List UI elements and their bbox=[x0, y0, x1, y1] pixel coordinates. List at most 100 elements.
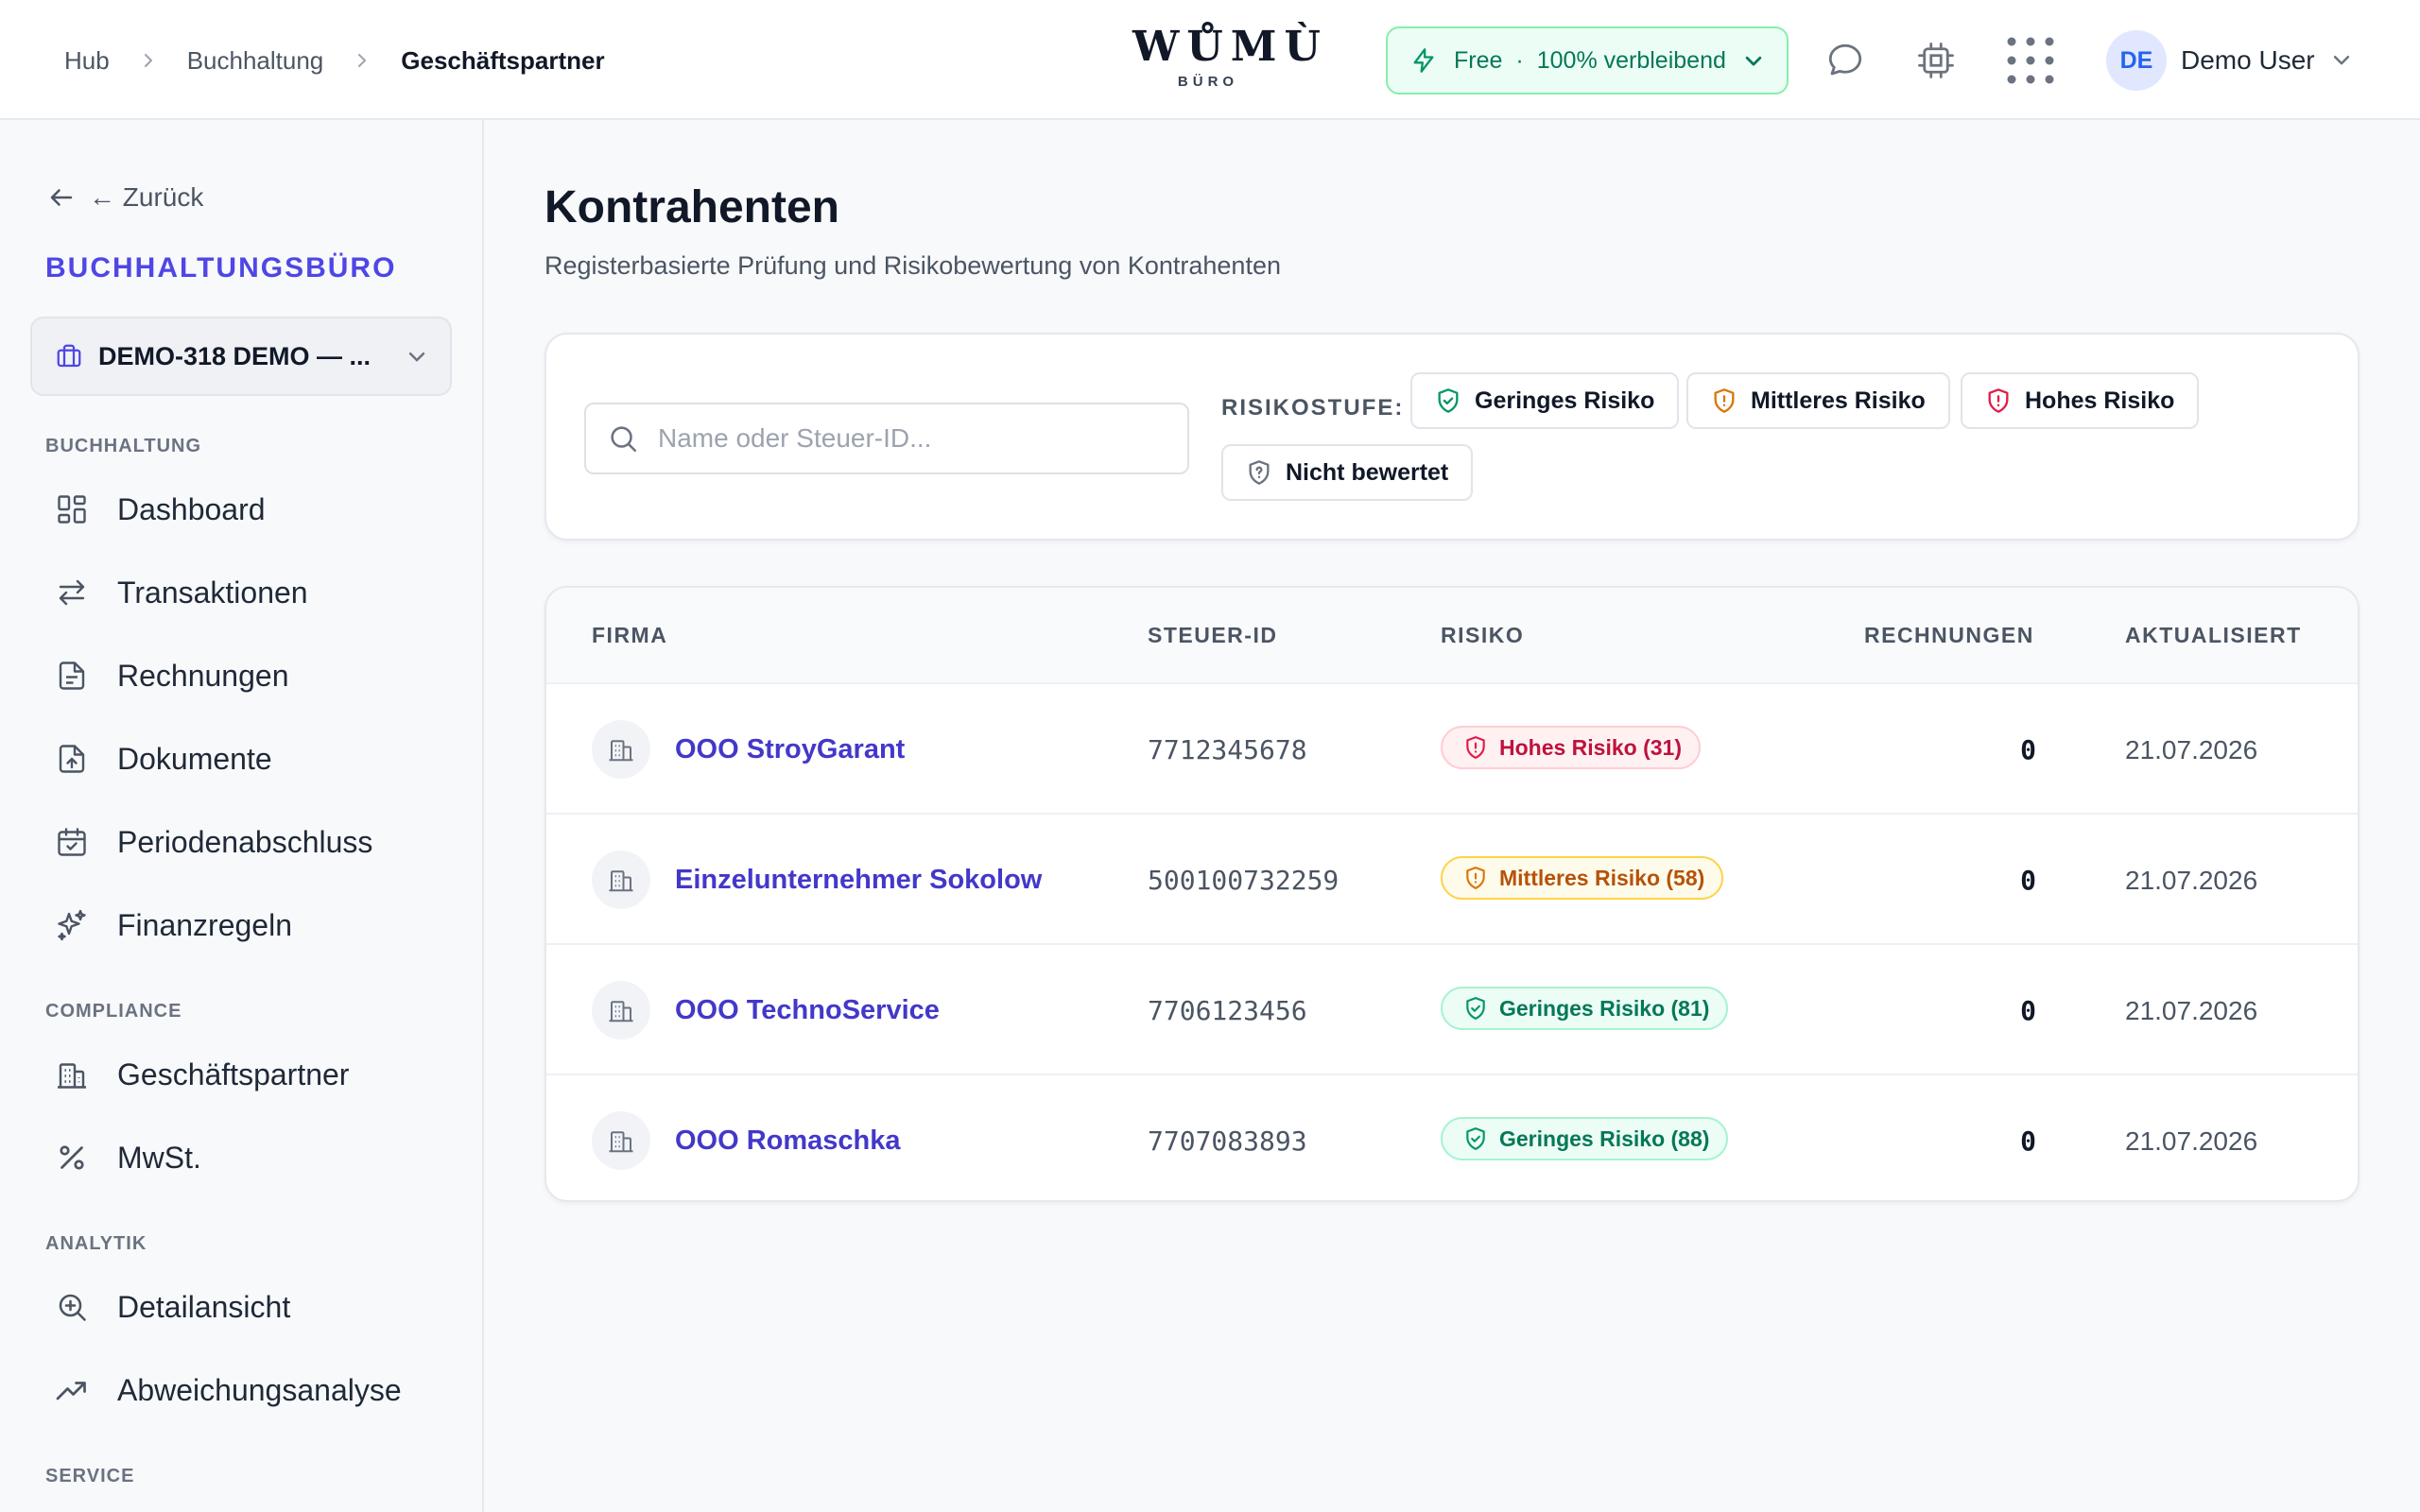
shield-alert-icon bbox=[1463, 735, 1499, 760]
filter-medium-risk[interactable]: Mittleres Risiko bbox=[1686, 372, 1950, 429]
tax-id: 7712345678 bbox=[1148, 734, 1307, 765]
building-icon bbox=[592, 981, 650, 1040]
file-text-icon bbox=[53, 657, 91, 695]
filter-label: Geringes Risiko bbox=[1475, 387, 1655, 414]
brand-logo[interactable]: WŮMÙ BÜRO bbox=[1132, 23, 1328, 90]
invoice-count: 0 bbox=[2020, 995, 2036, 1026]
shield-check-icon bbox=[1463, 996, 1499, 1021]
table-row[interactable]: OOO Romaschka 7707083893 Geringes Risiko… bbox=[546, 1074, 2358, 1200]
column-header-firm[interactable]: FIRMA bbox=[592, 620, 667, 650]
arrow-left-icon bbox=[47, 183, 89, 212]
page-subtitle: Registerbasierte Prüfung und Risikobewer… bbox=[544, 251, 1281, 280]
table-header: FIRMA STEUER-ID RISIKO RECHNUNGEN AKTUAL… bbox=[546, 588, 2358, 682]
table-row[interactable]: Einzelunternehmer Sokolow 500100732259 M… bbox=[546, 813, 2358, 943]
sidebar-item-label: Transaktionen bbox=[117, 575, 308, 610]
plan-status-button[interactable]: Free · 100% verbleibend bbox=[1386, 26, 1789, 94]
firm-name-link[interactable]: OOO StroyGarant bbox=[675, 731, 905, 767]
updated-date: 21.07.2026 bbox=[2125, 735, 2258, 765]
shield-check-icon bbox=[1435, 387, 1475, 414]
firm-name-link[interactable]: Einzelunternehmer Sokolow bbox=[675, 862, 1042, 898]
partners-table: FIRMA STEUER-ID RISIKO RECHNUNGEN AKTUAL… bbox=[544, 586, 2360, 1202]
tax-id: 7707083893 bbox=[1148, 1125, 1307, 1157]
building-icon bbox=[592, 850, 650, 909]
plan-name: Free bbox=[1454, 46, 1503, 74]
plan-separator: · bbox=[1515, 46, 1524, 74]
user-name[interactable]: Demo User bbox=[2181, 42, 2315, 79]
invoice-count: 0 bbox=[2020, 734, 2036, 765]
breadcrumb-current: Geschäftspartner bbox=[401, 45, 605, 75]
top-bar: Hub Buchhaltung Geschäftspartner WŮMÙ BÜ… bbox=[0, 0, 2420, 120]
search-field[interactable] bbox=[584, 403, 1189, 474]
back-link[interactable]: ← Zurück bbox=[47, 182, 203, 213]
risk-badge-label: Hohes Risiko (31) bbox=[1499, 734, 1682, 760]
briefcase-icon bbox=[55, 342, 83, 370]
percent-icon bbox=[53, 1139, 91, 1177]
sidebar-item-label: Dokumente bbox=[117, 741, 272, 776]
updated-date: 21.07.2026 bbox=[2125, 866, 2258, 895]
tax-id: 500100732259 bbox=[1148, 865, 1340, 896]
lightning-icon bbox=[1410, 47, 1437, 74]
sidebar-item-label: Detailansicht bbox=[117, 1289, 291, 1324]
sidebar-item-dashboard[interactable]: Dashboard bbox=[30, 475, 452, 543]
section-label-analytik: ANALYTIK bbox=[45, 1233, 147, 1254]
sidebar-item-label: Rechnungen bbox=[117, 658, 289, 693]
logo-subtitle: BÜRO bbox=[1177, 74, 1239, 90]
chevron-right-icon bbox=[352, 50, 372, 71]
sidebar-item-label: MwSt. bbox=[117, 1140, 201, 1175]
risk-badge: Hohes Risiko (31) bbox=[1441, 726, 1701, 769]
sidebar-item-label: Geschäftspartner bbox=[117, 1057, 350, 1091]
sidebar-item-abweichungsanalyse[interactable]: Abweichungsanalyse bbox=[30, 1356, 452, 1424]
table-row[interactable]: OOO StroyGarant 7712345678 Hohes Risiko … bbox=[546, 682, 2358, 813]
chip-icon[interactable] bbox=[1913, 38, 1959, 83]
org-title: BUCHHALTUNGSBÜRO bbox=[45, 252, 397, 284]
sidebar-item-transaktionen[interactable]: Transaktionen bbox=[30, 558, 452, 627]
section-label-buchhaltung: BUCHHALTUNG bbox=[45, 436, 202, 456]
chat-icon[interactable] bbox=[1823, 38, 1868, 83]
sidebar-item-finanzregeln[interactable]: Finanzregeln bbox=[30, 891, 452, 959]
sparkles-icon bbox=[53, 906, 91, 944]
chevron-down-icon[interactable] bbox=[2331, 49, 2352, 75]
invoice-count: 0 bbox=[2020, 865, 2036, 896]
sidebar: ← Zurück BUCHHALTUNGSBÜRO DEMO-318 DEMO … bbox=[0, 120, 484, 1512]
risk-badge: Geringes Risiko (88) bbox=[1441, 1117, 1729, 1160]
invoice-count: 0 bbox=[2020, 1125, 2036, 1157]
sidebar-item-label: Abweichungsanalyse bbox=[117, 1372, 402, 1407]
building-icon bbox=[592, 720, 650, 779]
breadcrumb-hub[interactable]: Hub bbox=[64, 46, 110, 76]
sidebar-item-rechnungen[interactable]: Rechnungen bbox=[30, 642, 452, 710]
updated-date: 21.07.2026 bbox=[2125, 1126, 2258, 1156]
zoom-in-icon bbox=[53, 1288, 91, 1326]
plan-remaining: 100% verbleibend bbox=[1536, 46, 1726, 74]
apps-grid-icon[interactable] bbox=[2004, 34, 2057, 87]
trending-up-icon bbox=[53, 1371, 91, 1409]
section-label-compliance: COMPLIANCE bbox=[45, 1001, 182, 1022]
organization-select[interactable]: DEMO-318 DEMO — ... bbox=[30, 317, 452, 396]
column-header-risk[interactable]: RISIKO bbox=[1441, 620, 1524, 650]
logo-wordmark: WŮMÙ bbox=[1132, 23, 1328, 71]
column-header-tax-id[interactable]: STEUER-ID bbox=[1148, 620, 1277, 650]
shield-question-icon bbox=[1246, 459, 1286, 486]
breadcrumb-buchhaltung[interactable]: Buchhaltung bbox=[187, 46, 324, 76]
search-input[interactable] bbox=[658, 423, 1167, 454]
firm-name-link[interactable]: OOO TechnoService bbox=[675, 992, 940, 1028]
organization-label: DEMO-318 DEMO — ... bbox=[98, 341, 372, 370]
filter-low-risk[interactable]: Geringes Risiko bbox=[1410, 372, 1680, 429]
firm-name-link[interactable]: OOO Romaschka bbox=[675, 1123, 901, 1159]
column-header-invoices[interactable]: RECHNUNGEN bbox=[1864, 620, 2034, 650]
filter-high-risk[interactable]: Hohes Risiko bbox=[1961, 372, 2200, 429]
sidebar-item-geschaeftspartner[interactable]: Geschäftspartner bbox=[30, 1040, 452, 1108]
section-label-service: SERVICE bbox=[45, 1466, 135, 1486]
filter-not-rated[interactable]: Nicht bewertet bbox=[1221, 444, 1474, 501]
avatar[interactable]: DE bbox=[2106, 30, 2167, 91]
sidebar-item-periodenabschluss[interactable]: Periodenabschluss bbox=[30, 808, 452, 876]
sidebar-item-detailansicht[interactable]: Detailansicht bbox=[30, 1273, 452, 1341]
sidebar-item-dokumente[interactable]: Dokumente bbox=[30, 725, 452, 793]
table-row[interactable]: OOO TechnoService 7706123456 Geringes Ri… bbox=[546, 943, 2358, 1074]
risk-badge: Mittleres Risiko (58) bbox=[1441, 856, 1724, 900]
dashboard-icon bbox=[53, 490, 91, 528]
building-icon bbox=[53, 1056, 91, 1093]
shield-check-icon bbox=[1463, 1126, 1499, 1151]
column-header-updated[interactable]: AKTUALISIERT bbox=[2125, 620, 2302, 650]
sidebar-item-label: Periodenabschluss bbox=[117, 824, 373, 859]
sidebar-item-mwst[interactable]: MwSt. bbox=[30, 1124, 452, 1192]
